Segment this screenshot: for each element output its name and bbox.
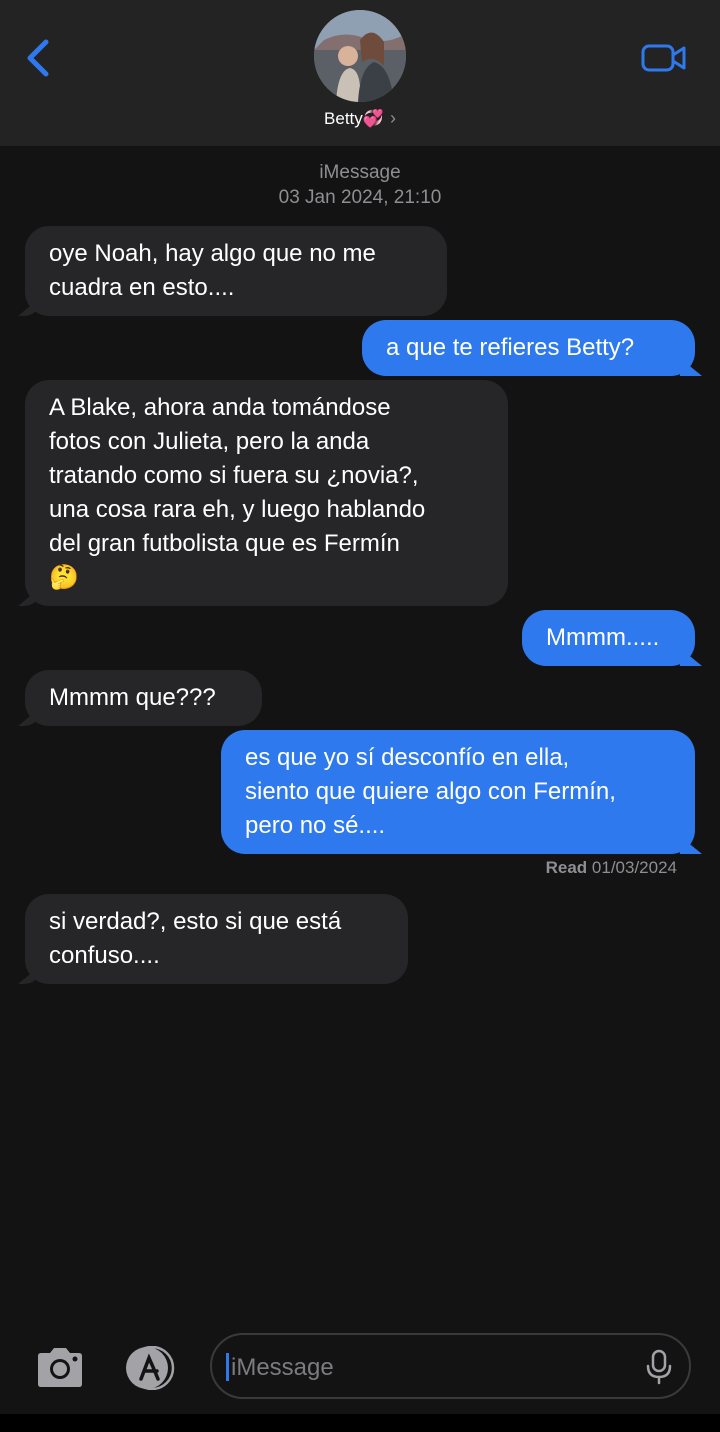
chevron-right-icon: › xyxy=(389,108,396,128)
messages-screen: Betty💞 › iMessage 03 Jan 2024, 21:10 oye … xyxy=(0,0,720,1432)
app-store-icon xyxy=(126,1345,175,1391)
message-bubble-incoming[interactable]: A Blake, ahora anda tomándose fotos con … xyxy=(25,380,508,606)
camera-icon xyxy=(38,1348,82,1387)
message-bubble-outgoing[interactable]: es que yo sí desconfío en ella, siento q… xyxy=(221,730,695,854)
facetime-video-button[interactable] xyxy=(638,38,690,78)
chevron-left-icon xyxy=(27,39,49,77)
read-label: Read xyxy=(545,858,588,877)
message-bubble-incoming[interactable]: si verdad?, esto si que está confuso.... xyxy=(25,894,408,984)
message-bubble-outgoing[interactable]: Mmmm..... xyxy=(522,610,695,666)
thread-timestamp: 03 Jan 2024, 21:10 xyxy=(278,187,442,208)
contact-avatar[interactable] xyxy=(314,10,406,102)
avatar-photo xyxy=(314,10,406,102)
message-bubble-incoming[interactable]: oye Noah, hay algo que no me cuadra en e… xyxy=(25,226,447,316)
message-bubble-outgoing[interactable]: a que te refieres Betty? xyxy=(362,320,695,376)
contact-name-button[interactable]: Betty💞 › xyxy=(0,108,720,129)
back-button[interactable] xyxy=(22,36,62,80)
message-input[interactable] xyxy=(229,1345,633,1391)
dictation-button[interactable] xyxy=(644,1349,674,1385)
video-camera-icon xyxy=(641,44,686,72)
thread-service-label: iMessage xyxy=(319,162,401,183)
home-indicator-area xyxy=(0,1414,720,1432)
microphone-icon xyxy=(646,1349,672,1385)
read-date: 01/03/2024 xyxy=(591,858,677,877)
contact-name: Betty💞 xyxy=(324,109,384,128)
camera-button[interactable] xyxy=(34,1346,86,1388)
app-store-button[interactable] xyxy=(120,1345,180,1391)
read-receipt: Read 01/03/2024 xyxy=(546,858,677,878)
message-input-field[interactable] xyxy=(210,1333,691,1399)
conversation-header: Betty💞 › xyxy=(0,0,720,146)
message-bubble-incoming[interactable]: Mmmm que??? xyxy=(25,670,262,726)
